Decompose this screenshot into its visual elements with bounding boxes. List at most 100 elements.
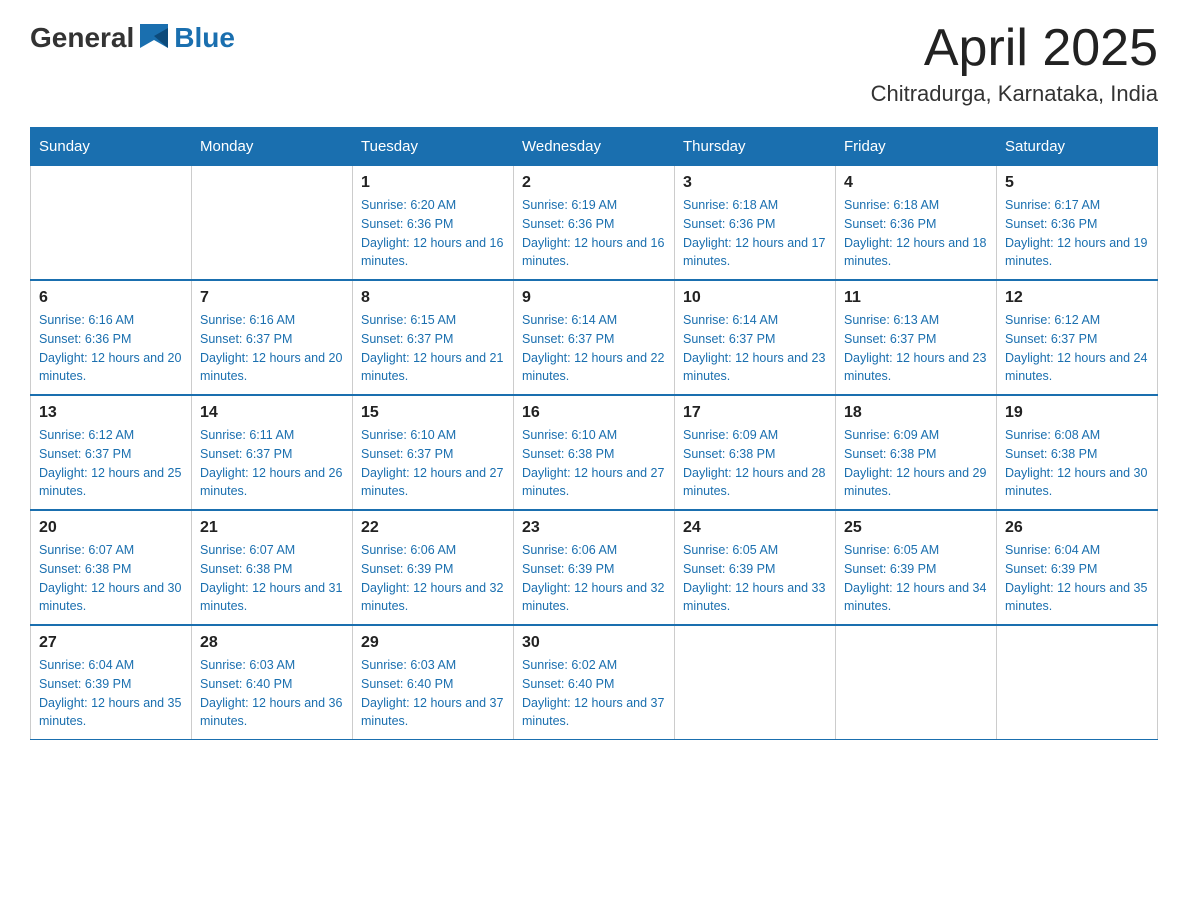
table-row: 5 Sunrise: 6:17 AMSunset: 6:36 PMDaylight… [997, 166, 1158, 281]
day-number: 14 [200, 404, 344, 422]
table-row: 20Sunrise: 6:07 AMSunset: 6:38 PMDayligh… [31, 510, 192, 625]
calendar-week-row: 6 Sunrise: 6:16 AMSunset: 6:36 PMDaylight… [31, 280, 1158, 395]
table-row: 7 Sunrise: 6:16 AMSunset: 6:37 PMDaylight… [192, 280, 353, 395]
day-detail: Sunrise: 6:02 AMSunset: 6:40 PMDaylight:… [522, 656, 666, 731]
day-number: 21 [200, 519, 344, 537]
table-row: 23 Sunrise: 6:06 AMSunset: 6:39 PMDayligh… [514, 510, 675, 625]
day-detail: Sunrise: 6:17 AMSunset: 6:36 PMDaylight:… [1005, 196, 1149, 271]
day-detail: Sunrise: 6:05 AMSunset: 6:39 PMDaylight:… [844, 541, 988, 616]
calendar-week-row: 1 Sunrise: 6:20 AMSunset: 6:36 PMDaylight… [31, 166, 1158, 281]
table-row: 29 Sunrise: 6:03 AMSunset: 6:40 PMDayligh… [353, 625, 514, 740]
col-sunday: Sunday [31, 128, 192, 166]
day-number: 29 [361, 634, 505, 652]
table-row: 16Sunrise: 6:10 AMSunset: 6:38 PMDayligh… [514, 395, 675, 510]
table-row: 9 Sunrise: 6:14 AMSunset: 6:37 PMDaylight… [514, 280, 675, 395]
day-number: 13 [39, 404, 183, 422]
table-row [192, 166, 353, 281]
day-detail: Sunrise: 6:10 AMSunset: 6:37 PMDaylight:… [361, 426, 505, 501]
day-number: 9 [522, 289, 666, 307]
day-number: 10 [683, 289, 827, 307]
day-number: 5 [1005, 174, 1149, 192]
table-row: 13 Sunrise: 6:12 AMSunset: 6:37 PMDayligh… [31, 395, 192, 510]
day-detail: Sunrise: 6:03 AMSunset: 6:40 PMDaylight:… [200, 656, 344, 731]
table-row [675, 625, 836, 740]
col-monday: Monday [192, 128, 353, 166]
day-detail: Sunrise: 6:13 AMSunset: 6:37 PMDaylight:… [844, 311, 988, 386]
calendar-week-row: 27Sunrise: 6:04 AMSunset: 6:39 PMDayligh… [31, 625, 1158, 740]
day-detail: Sunrise: 6:18 AMSunset: 6:36 PMDaylight:… [844, 196, 988, 271]
title-block: April 2025 Chitradurga, Karnataka, India [871, 20, 1158, 107]
day-number: 15 [361, 404, 505, 422]
table-row: 3Sunrise: 6:18 AMSunset: 6:36 PMDaylight… [675, 166, 836, 281]
table-row: 21 Sunrise: 6:07 AMSunset: 6:38 PMDayligh… [192, 510, 353, 625]
day-detail: Sunrise: 6:16 AMSunset: 6:36 PMDaylight:… [39, 311, 183, 386]
day-detail: Sunrise: 6:04 AMSunset: 6:39 PMDaylight:… [39, 656, 183, 731]
calendar-header-row: Sunday Monday Tuesday Wednesday Thursday… [31, 128, 1158, 166]
table-row: 10 Sunrise: 6:14 AMSunset: 6:37 PMDayligh… [675, 280, 836, 395]
day-number: 6 [39, 289, 183, 307]
table-row: 28 Sunrise: 6:03 AMSunset: 6:40 PMDayligh… [192, 625, 353, 740]
day-number: 30 [522, 634, 666, 652]
calendar-week-row: 20 Sunrise: 6:07 AMSunset: 6:38 PMDayligh… [31, 510, 1158, 625]
day-number: 20 [39, 519, 183, 537]
col-friday: Friday [836, 128, 997, 166]
day-detail: Sunrise: 6:11 AMSunset: 6:37 PMDaylight:… [200, 426, 344, 501]
logo-icon [136, 20, 172, 56]
table-row: 24Sunrise: 6:05 AMSunset: 6:39 PMDayligh… [675, 510, 836, 625]
col-saturday: Saturday [997, 128, 1158, 166]
day-number: 28 [200, 634, 344, 652]
logo-text-blue: Blue [174, 22, 235, 54]
day-detail: Sunrise: 6:05 AMSunset: 6:39 PMDaylight:… [683, 541, 827, 616]
table-row: 12Sunrise: 6:12 AMSunset: 6:37 PMDayligh… [997, 280, 1158, 395]
table-row: 6 Sunrise: 6:16 AMSunset: 6:36 PMDaylight… [31, 280, 192, 395]
table-row: 2Sunrise: 6:19 AMSunset: 6:36 PMDaylight… [514, 166, 675, 281]
location-title: Chitradurga, Karnataka, India [871, 81, 1158, 107]
day-number: 1 [361, 174, 505, 192]
day-number: 26 [1005, 519, 1149, 537]
day-detail: Sunrise: 6:04 AMSunset: 6:39 PMDaylight:… [1005, 541, 1149, 616]
day-detail: Sunrise: 6:06 AMSunset: 6:39 PMDaylight:… [361, 541, 505, 616]
day-number: 17 [683, 404, 827, 422]
table-row: 17 Sunrise: 6:09 AMSunset: 6:38 PMDayligh… [675, 395, 836, 510]
day-number: 23 [522, 519, 666, 537]
calendar-table: Sunday Monday Tuesday Wednesday Thursday… [30, 127, 1158, 740]
day-detail: Sunrise: 6:14 AMSunset: 6:37 PMDaylight:… [522, 311, 666, 386]
day-detail: Sunrise: 6:20 AMSunset: 6:36 PMDaylight:… [361, 196, 505, 271]
table-row [836, 625, 997, 740]
day-detail: Sunrise: 6:08 AMSunset: 6:38 PMDaylight:… [1005, 426, 1149, 501]
day-number: 19 [1005, 404, 1149, 422]
table-row: 11Sunrise: 6:13 AMSunset: 6:37 PMDayligh… [836, 280, 997, 395]
day-detail: Sunrise: 6:07 AMSunset: 6:38 PMDaylight:… [200, 541, 344, 616]
table-row: 27Sunrise: 6:04 AMSunset: 6:39 PMDayligh… [31, 625, 192, 740]
day-number: 4 [844, 174, 988, 192]
day-number: 16 [522, 404, 666, 422]
col-tuesday: Tuesday [353, 128, 514, 166]
day-detail: Sunrise: 6:18 AMSunset: 6:36 PMDaylight:… [683, 196, 827, 271]
calendar-week-row: 13 Sunrise: 6:12 AMSunset: 6:37 PMDayligh… [31, 395, 1158, 510]
table-row [31, 166, 192, 281]
logo: General Blue [30, 20, 235, 56]
month-year-title: April 2025 [871, 20, 1158, 77]
day-detail: Sunrise: 6:12 AMSunset: 6:37 PMDaylight:… [39, 426, 183, 501]
day-number: 18 [844, 404, 988, 422]
table-row [997, 625, 1158, 740]
day-number: 25 [844, 519, 988, 537]
logo-text-general: General [30, 22, 134, 54]
day-detail: Sunrise: 6:16 AMSunset: 6:37 PMDaylight:… [200, 311, 344, 386]
col-wednesday: Wednesday [514, 128, 675, 166]
day-detail: Sunrise: 6:06 AMSunset: 6:39 PMDaylight:… [522, 541, 666, 616]
page-header: General Blue April 2025 Chitradurga, Kar… [30, 20, 1158, 107]
table-row: 8Sunrise: 6:15 AMSunset: 6:37 PMDaylight… [353, 280, 514, 395]
table-row: 26 Sunrise: 6:04 AMSunset: 6:39 PMDayligh… [997, 510, 1158, 625]
col-thursday: Thursday [675, 128, 836, 166]
day-number: 22 [361, 519, 505, 537]
table-row: 19 Sunrise: 6:08 AMSunset: 6:38 PMDayligh… [997, 395, 1158, 510]
table-row: 25 Sunrise: 6:05 AMSunset: 6:39 PMDayligh… [836, 510, 997, 625]
day-detail: Sunrise: 6:12 AMSunset: 6:37 PMDaylight:… [1005, 311, 1149, 386]
day-number: 7 [200, 289, 344, 307]
table-row: 30 Sunrise: 6:02 AMSunset: 6:40 PMDayligh… [514, 625, 675, 740]
day-detail: Sunrise: 6:15 AMSunset: 6:37 PMDaylight:… [361, 311, 505, 386]
day-detail: Sunrise: 6:03 AMSunset: 6:40 PMDaylight:… [361, 656, 505, 731]
day-detail: Sunrise: 6:14 AMSunset: 6:37 PMDaylight:… [683, 311, 827, 386]
day-detail: Sunrise: 6:09 AMSunset: 6:38 PMDaylight:… [683, 426, 827, 501]
